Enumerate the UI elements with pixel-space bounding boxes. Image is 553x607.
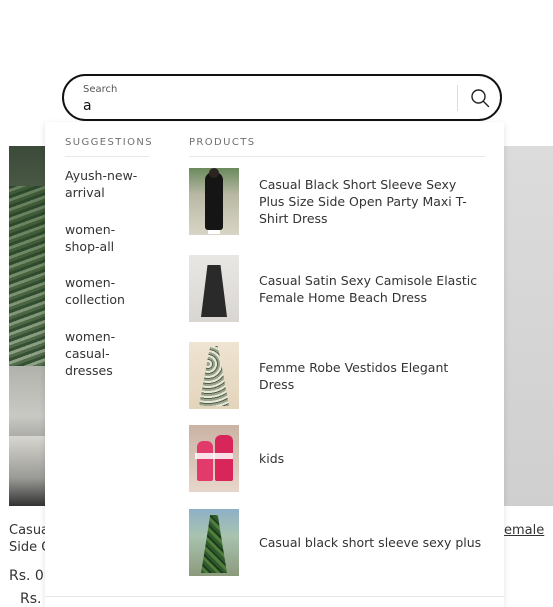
search-button[interactable] xyxy=(464,82,496,114)
suggestion-item[interactable]: Ayush-new-arrival xyxy=(65,167,149,201)
suggestion-item[interactable]: women-casual-dresses xyxy=(65,328,149,379)
product-thumbnail[interactable] xyxy=(189,168,239,235)
product-title-left-line2[interactable]: Side O xyxy=(9,540,45,555)
suggestion-item[interactable]: women-shop-all xyxy=(65,221,149,255)
suggestions-heading: SUGGESTIONS xyxy=(65,137,153,148)
product-item[interactable]: kids xyxy=(189,425,489,492)
products-heading: PRODUCTS xyxy=(189,137,256,148)
search-divider xyxy=(457,85,458,111)
product-item[interactable]: Casual Satin Sexy Camisole Elastic Femal… xyxy=(189,255,489,322)
search-input[interactable] xyxy=(83,98,443,114)
product-title[interactable]: Casual black short sleeve sexy plus xyxy=(259,534,484,551)
product-title-right[interactable]: emale xyxy=(504,523,553,538)
product-thumbnail[interactable] xyxy=(189,425,239,492)
search-field[interactable]: Search xyxy=(62,74,502,121)
product-item[interactable]: Femme Robe Vestidos Elegant Dress xyxy=(189,342,489,409)
product-title-left-line1[interactable]: Casual xyxy=(9,523,45,538)
product-price-left-2: Rs. xyxy=(20,591,42,607)
product-thumbnail[interactable] xyxy=(189,509,239,576)
product-title[interactable]: Femme Robe Vestidos Elegant Dress xyxy=(259,359,484,393)
predictive-search-dropdown: SUGGESTIONS PRODUCTS Ayush-new-arrival w… xyxy=(45,122,504,607)
product-item[interactable]: Casual Black Short Sleeve Sexy Plus Size… xyxy=(189,168,489,235)
product-title[interactable]: kids xyxy=(259,450,484,467)
search-label: Search xyxy=(83,84,118,95)
product-price-left: Rs. 0 xyxy=(9,568,44,584)
product-title[interactable]: Casual Satin Sexy Camisole Elastic Femal… xyxy=(259,272,484,306)
product-thumbnail[interactable] xyxy=(189,255,239,322)
product-image-right[interactable] xyxy=(504,146,553,506)
product-item[interactable]: Casual black short sleeve sexy plus xyxy=(189,509,489,576)
search-icon xyxy=(471,89,490,108)
suggestions-divider xyxy=(65,156,149,157)
product-title[interactable]: Casual Black Short Sleeve Sexy Plus Size… xyxy=(259,176,484,227)
dropdown-footer-divider xyxy=(45,596,504,597)
product-image-left[interactable] xyxy=(9,146,49,506)
suggestion-item[interactable]: women-collection xyxy=(65,274,149,308)
products-divider xyxy=(189,156,485,157)
product-thumbnail[interactable] xyxy=(189,342,239,409)
